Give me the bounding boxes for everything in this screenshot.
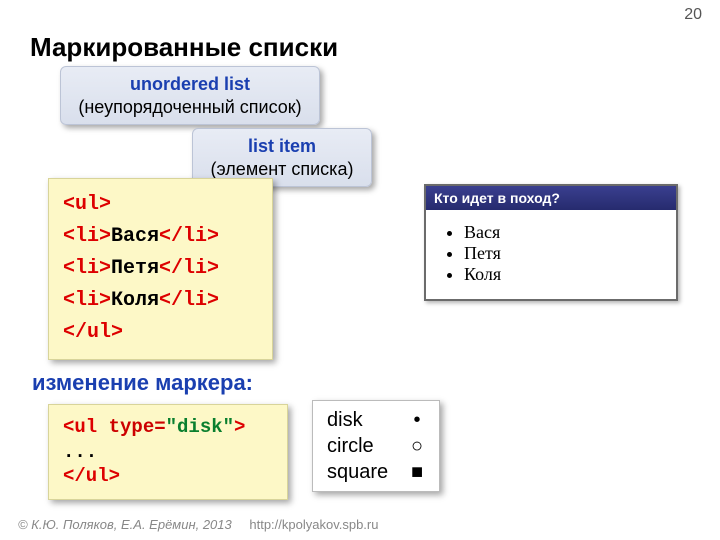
preview-body: Вася Петя Коля [426, 210, 676, 299]
code-token: <ul> [63, 193, 111, 216]
browser-preview: Кто идет в поход? Вася Петя Коля [424, 184, 678, 301]
code-token: </li> [159, 225, 219, 248]
preview-list: Вася Петя Коля [438, 222, 664, 285]
preview-titlebar: Кто идет в поход? [426, 186, 676, 210]
subsection-title: изменение маркера: [32, 370, 253, 396]
code-token: <li> [63, 225, 111, 248]
callout-sub: (элемент списка) [207, 158, 357, 181]
table-row: square ■ [327, 459, 425, 485]
circle-icon: ○ [409, 433, 425, 459]
page-title: Маркированные списки [30, 32, 338, 63]
marker-label: disk [327, 407, 395, 433]
code-token: type= [109, 416, 166, 438]
code-sample-ul: <ul> <li>Вася</li> <li>Петя</li> <li>Кол… [48, 178, 273, 360]
page-number: 20 [684, 6, 702, 24]
code-token: Петя [111, 257, 159, 280]
square-icon: ■ [409, 459, 425, 485]
code-token: Вася [111, 225, 159, 248]
marker-label: square [327, 459, 395, 485]
code-token: <li> [63, 289, 111, 312]
marker-types-table: disk • circle ○ square ■ [312, 400, 440, 492]
callout-unordered-list: unordered list (неупорядоченный список) [60, 66, 320, 125]
table-row: disk • [327, 407, 425, 433]
callout-term: list item [207, 135, 357, 158]
table-row: circle ○ [327, 433, 425, 459]
callout-term: unordered list [75, 73, 305, 96]
code-token: </li> [159, 289, 219, 312]
footer: © К.Ю. Поляков, Е.А. Ерёмин, 2013 http:/… [18, 517, 378, 532]
code-token: Коля [111, 289, 159, 312]
code-token: > [234, 416, 245, 438]
marker-label: circle [327, 433, 395, 459]
callout-sub: (неупорядоченный список) [75, 96, 305, 119]
list-item: Коля [464, 264, 664, 285]
list-item: Вася [464, 222, 664, 243]
footer-authors: © К.Ю. Поляков, Е.А. Ерёмин, 2013 [18, 517, 232, 532]
code-token: </ul> [63, 321, 123, 344]
list-item: Петя [464, 243, 664, 264]
disc-icon: • [409, 407, 425, 433]
code-token: <ul [63, 416, 109, 438]
code-token: </li> [159, 257, 219, 280]
code-token: </ul> [63, 465, 120, 487]
code-sample-type: <ul type="disk"> ... </ul> [48, 404, 288, 500]
code-token: <li> [63, 257, 111, 280]
code-token: ... [63, 441, 97, 463]
code-token: "disk" [166, 416, 234, 438]
footer-url: http://kpolyakov.spb.ru [249, 517, 378, 532]
